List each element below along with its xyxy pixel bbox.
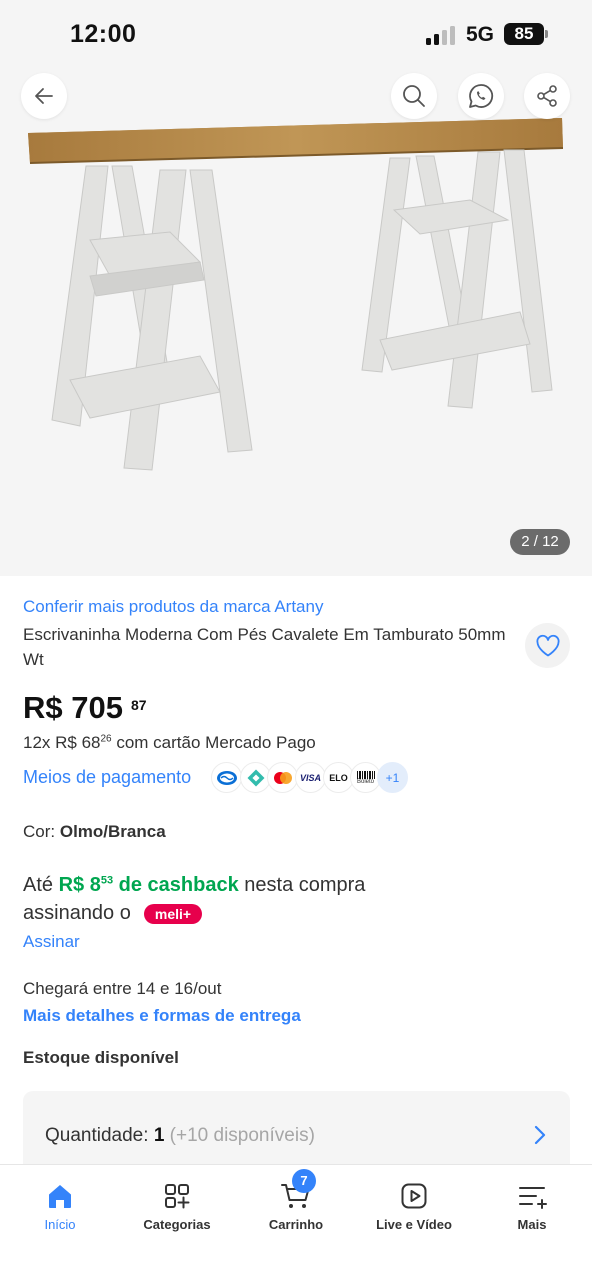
- nav-label-categorias: Categorias: [143, 1217, 211, 1232]
- menu-plus-icon: [519, 1187, 547, 1209]
- quantity-text: Quantidade:: [45, 1125, 154, 1146]
- nav-item-mais[interactable]: Mais: [473, 1165, 591, 1245]
- price-main: R$ 705: [23, 690, 123, 725]
- search-icon: [403, 85, 425, 107]
- categories-icon: [165, 1184, 190, 1209]
- installments-suffix: com cartão Mercado Pago: [111, 733, 316, 752]
- favorite-button[interactable]: [525, 623, 570, 668]
- color-label: Cor:: [23, 822, 60, 841]
- nav-label-mais: Mais: [517, 1217, 547, 1232]
- quantity-label: Quantidade: 1 (+10 disponíveis): [45, 1125, 315, 1147]
- quantity-value: 1: [153, 1125, 165, 1146]
- play-icon: [401, 1183, 427, 1209]
- brand-link[interactable]: Conferir mais produtos da marca Artany: [23, 597, 323, 617]
- cashback-suffix: nesta compra: [238, 874, 366, 896]
- share-button[interactable]: [524, 73, 570, 119]
- nav-item-live-video[interactable]: Live e Vídeo: [355, 1165, 473, 1245]
- subscribe-link[interactable]: Assinar: [23, 932, 80, 952]
- boleto-label: Boleto: [356, 778, 374, 785]
- delivery-estimate: Chegará entre 14 e 16/out: [23, 979, 222, 998]
- status-bar: 12:00 5G 85: [0, 0, 592, 66]
- search-button[interactable]: [391, 73, 437, 119]
- cashback-text: Até R$ 853 de cashback nesta compra: [23, 874, 365, 897]
- cashback-amount: R$ 8: [58, 874, 101, 896]
- meli-plus-badge: meli+: [144, 904, 202, 924]
- heart-icon: [536, 634, 559, 656]
- product-image: [28, 118, 564, 471]
- image-counter: 2 / 12: [510, 529, 570, 555]
- cart-count-badge: 7: [292, 1169, 316, 1193]
- color-option: Cor: Olmo/Branca: [23, 822, 166, 842]
- battery-tip: [545, 30, 548, 38]
- payment-more[interactable]: +1: [377, 762, 408, 793]
- cashback-label: de cashback: [113, 874, 239, 896]
- nav-label-live-video: Live e Vídeo: [376, 1217, 452, 1232]
- price: R$ 705 87: [23, 690, 147, 726]
- product-title: Escrivaninha Moderna Com Pés Cavalete Em…: [23, 625, 506, 669]
- payment-methods-link[interactable]: Meios de pagamento: [23, 767, 191, 788]
- share-icon: [537, 85, 557, 107]
- back-button[interactable]: [21, 73, 67, 119]
- stock-status: Estoque disponível: [23, 1048, 179, 1067]
- installments: 12x R$ 6826 com cartão Mercado Pago: [23, 733, 316, 753]
- delivery-details-link[interactable]: Mais detalhes e formas de entrega: [23, 1006, 301, 1026]
- battery-icon: 85: [504, 23, 544, 45]
- price-cents: 87: [131, 697, 147, 713]
- cashback-cents: 53: [100, 874, 114, 887]
- signal-icon: [426, 25, 458, 45]
- color-value: Olmo/Branca: [59, 822, 166, 841]
- cashback-line2: assinando o: [23, 902, 131, 924]
- back-arrow-icon: [35, 88, 53, 104]
- nav-label-inicio: Início: [44, 1217, 76, 1232]
- whatsapp-button[interactable]: [458, 73, 504, 119]
- network-type: 5G: [466, 23, 495, 46]
- product-gallery[interactable]: 2 / 12: [0, 66, 592, 576]
- nav-item-categorias[interactable]: Categorias: [118, 1165, 236, 1245]
- cashback-prefix: Até: [23, 874, 59, 896]
- whatsapp-icon: [469, 84, 494, 108]
- status-time: 12:00: [70, 20, 137, 48]
- nav-item-inicio[interactable]: Início: [1, 1165, 119, 1245]
- installments-amount: 12x R$ 68: [23, 733, 101, 752]
- mastercard-icon: [267, 762, 298, 793]
- nav-label-carrinho: Carrinho: [268, 1217, 324, 1232]
- home-icon: [49, 1185, 71, 1208]
- installments-cents: 26: [100, 733, 112, 745]
- visa-icon: VISA: [295, 762, 326, 793]
- mercado-pago-icon: [211, 762, 242, 793]
- chevron-right-icon: [534, 1125, 546, 1145]
- quantity-available: (+10 disponíveis): [169, 1125, 315, 1146]
